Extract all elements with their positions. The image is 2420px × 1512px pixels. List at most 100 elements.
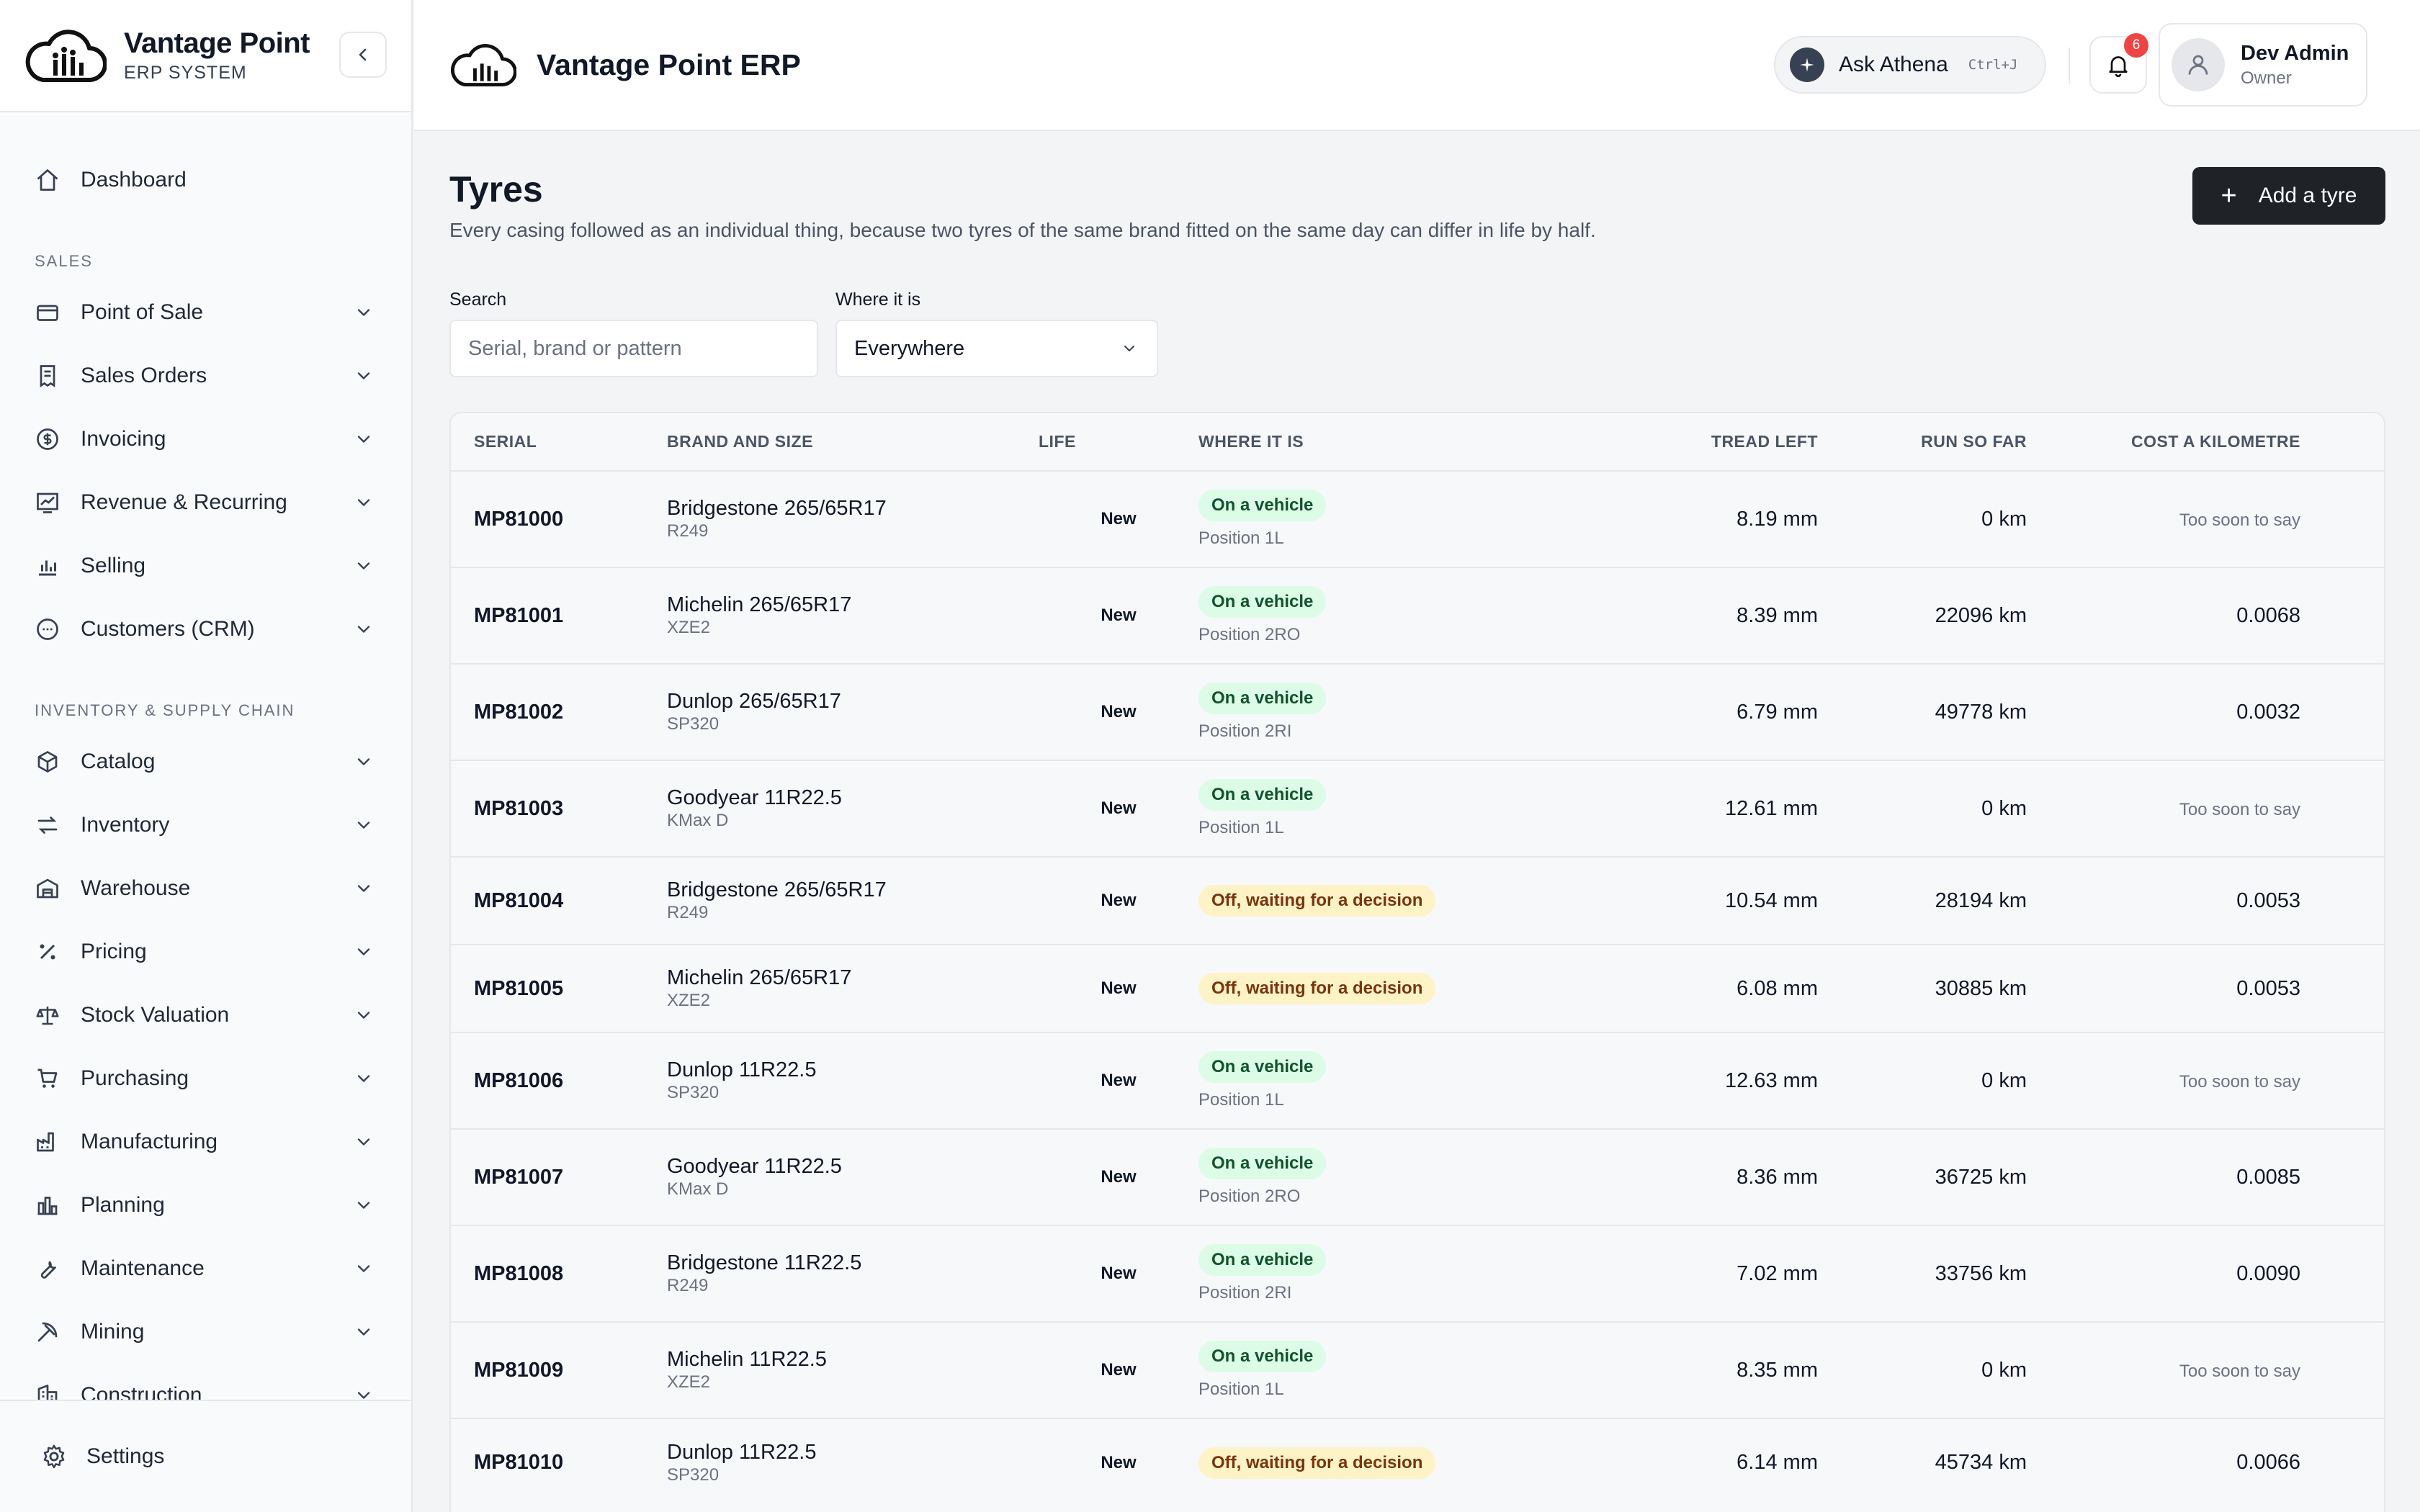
sidebar-item-catalog[interactable]: Catalog [0, 730, 411, 793]
table-row[interactable]: MP81009 Michelin 11R22.5 XZE2 New On a vehic… [451, 1322, 2384, 1418]
position-text: Position 1L [1198, 818, 1284, 837]
percent-icon [40, 944, 55, 960]
position-text: Position 1L [1198, 528, 1284, 548]
cost-cell: Too soon to say [2027, 1032, 2384, 1129]
brand-logo [25, 30, 107, 82]
sidebar-item-settings[interactable]: Settings [0, 1400, 411, 1512]
chat-icon [37, 618, 58, 640]
brand-size-cell: Bridgestone 265/65R17 R249 [667, 857, 1039, 945]
user-menu[interactable]: Dev Admin Owner [2159, 23, 2367, 107]
table-row[interactable]: MP81002 Dunlop 265/65R17 SP320 New On a vehi… [451, 664, 2384, 760]
sidebar-item-selling[interactable]: Selling [0, 534, 411, 598]
factory-icon [37, 1132, 54, 1152]
sidebar-item-sales-orders[interactable]: Sales Orders [0, 344, 411, 408]
sidebar-item-manufacturing[interactable]: Manufacturing [0, 1110, 411, 1174]
serial-cell: MP81002 [474, 700, 564, 724]
cost-value: 0.0053 [2236, 888, 2300, 912]
column-header-tread[interactable]: TREAD LEFT [1602, 413, 1818, 471]
sidebar-item-label: Customers (CRM) [81, 617, 255, 641]
scale-icon [36, 1007, 59, 1025]
brand-size-cell: Michelin 11R22.5 XZE2 [667, 1322, 1039, 1418]
location-filter-select[interactable]: Everywhere [835, 320, 1158, 377]
sidebar-item-revenue-recurring[interactable]: Revenue & Recurring [0, 471, 411, 534]
table-row[interactable]: MP81004 Bridgestone 265/65R17 R249 New Off, … [451, 857, 2384, 945]
bar-chart-icon [39, 560, 56, 576]
position-text: Position 2RO [1198, 625, 1301, 644]
cost-value: 0.0085 [2236, 1165, 2300, 1189]
tread-cell: 8.36 mm [1736, 1165, 1818, 1189]
column-header-cost[interactable]: COST A KILOMETRE [2027, 413, 2384, 471]
sidebar-item-label: Revenue & Recurring [81, 490, 287, 514]
run-cell: 45734 km [1935, 1451, 2027, 1474]
table-row[interactable]: MP81001 Michelin 265/65R17 XZE2 New On a veh… [451, 567, 2384, 664]
brand-size-text: Bridgestone 265/65R17 [667, 878, 887, 902]
sidebar-item-point-of-sale[interactable]: Point of Sale [0, 281, 411, 344]
table-row[interactable]: MP81006 Dunlop 11R22.5 SP320 New On a vehicl… [451, 1032, 2384, 1129]
search-input[interactable] [449, 320, 818, 377]
brand-size-text: Michelin 265/65R17 [667, 593, 852, 617]
location-cell: On a vehicle Position 1L [1198, 1032, 1602, 1129]
sidebar-item-inventory[interactable]: Inventory [0, 793, 411, 857]
sidebar-item-construction[interactable]: Construction [0, 1364, 411, 1401]
position-text: Position 2RI [1198, 1283, 1292, 1302]
table-row[interactable]: MP81000 Bridgestone 265/65R17 R249 New On a … [451, 471, 2384, 567]
card-icon [37, 305, 58, 321]
brand-size-cell: Michelin 265/65R17 XZE2 [667, 945, 1039, 1032]
sidebar-nav: Dashboard SALES Point of Sale Sales Order… [0, 112, 411, 1401]
page-subtitle: Every casing followed as an individual t… [449, 219, 1596, 241]
sidebar-item-pricing[interactable]: Pricing [0, 920, 411, 984]
brand-block: Vantage Point ERP SYSTEM [0, 0, 411, 112]
sidebar-item-label: Dashboard [81, 168, 187, 192]
brand-size-cell: Goodyear 11R22.5 KMax D [667, 1129, 1039, 1225]
sidebar-item-planning[interactable]: Planning [0, 1174, 411, 1237]
pattern-text: SP320 [667, 1464, 720, 1485]
tread-cell: 6.79 mm [1736, 700, 1818, 724]
serial-cell: MP81000 [474, 507, 564, 531]
sidebar-item-label: Mining [81, 1320, 145, 1344]
sidebar-item-purchasing[interactable]: Purchasing [0, 1047, 411, 1110]
warehouse-icon [37, 878, 58, 899]
chevron-down-icon [357, 562, 370, 570]
notifications-button[interactable]: 6 [2089, 33, 2148, 94]
location-cell: On a vehicle Position 2RO [1198, 1129, 1602, 1225]
collapse-sidebar-button[interactable] [339, 32, 387, 78]
table-header-row: SERIAL BRAND AND SIZE LIFE WHERE IT IS T… [451, 413, 2384, 471]
table-row[interactable]: MP81005 Michelin 265/65R17 XZE2 New Off, wai… [451, 945, 2384, 1032]
sidebar-item-warehouse[interactable]: Warehouse [0, 857, 411, 920]
column-header-run[interactable]: RUN SO FAR [1818, 413, 2027, 471]
sidebar-item-stock-valuation[interactable]: Stock Valuation [0, 984, 411, 1047]
table-row[interactable]: MP81010 Dunlop 11R22.5 SP320 New Off, waitin… [451, 1418, 2384, 1506]
brand-name: Vantage Point [124, 27, 310, 59]
life-cell: New [1101, 702, 1137, 721]
location-cell: On a vehicle Position 2RI [1198, 664, 1602, 760]
table-row[interactable]: MP81008 Bridgestone 11R22.5 R249 New On a ve… [451, 1225, 2384, 1322]
sidebar-item-mining[interactable]: Mining [0, 1300, 411, 1364]
table-row[interactable]: MP81003 Goodyear 11R22.5 KMax D New On a veh… [451, 760, 2384, 857]
location-cell: On a vehicle Position 1L [1198, 1322, 1602, 1418]
status-badge: On a vehicle [1198, 1051, 1327, 1083]
transfer-icon [37, 816, 58, 834]
column-header-brand[interactable]: BRAND AND SIZE [667, 413, 1039, 471]
ask-athena-button[interactable]: Ask Athena Ctrl+J [1774, 36, 2046, 94]
cost-cell: 0.0090 [2027, 1225, 2384, 1322]
bell-icon [2109, 56, 2128, 78]
tread-cell: 8.35 mm [1736, 1358, 1818, 1382]
sidebar-item-maintenance[interactable]: Maintenance [0, 1237, 411, 1300]
sidebar-item-customers-crm[interactable]: Customers (CRM) [0, 598, 411, 661]
status-badge: On a vehicle [1198, 779, 1327, 811]
column-header-where[interactable]: WHERE IT IS [1198, 413, 1602, 471]
location-cell: On a vehicle Position 2RO [1198, 567, 1602, 664]
sidebar-item-invoicing[interactable]: Invoicing [0, 408, 411, 471]
table-row[interactable]: MP81007 Goodyear 11R22.5 KMax D New On a veh… [451, 1129, 2384, 1225]
sidebar-item-label: Sales Orders [81, 364, 207, 387]
sidebar-item-dashboard[interactable]: Dashboard [0, 148, 411, 212]
brand-size-cell: Michelin 265/65R17 XZE2 [667, 567, 1039, 664]
sidebar-item-label: Inventory [81, 813, 170, 837]
keyboard-shortcut: Ctrl+J [1968, 57, 2018, 73]
add-tyre-button[interactable]: + Add a tyre [2192, 167, 2385, 225]
column-header-life[interactable]: LIFE [1039, 413, 1198, 471]
chevron-left-icon [359, 48, 367, 61]
brand-size-text: Dunlop 265/65R17 [667, 690, 841, 714]
receipt-icon [40, 365, 55, 388]
column-header-serial[interactable]: SERIAL [451, 413, 667, 471]
